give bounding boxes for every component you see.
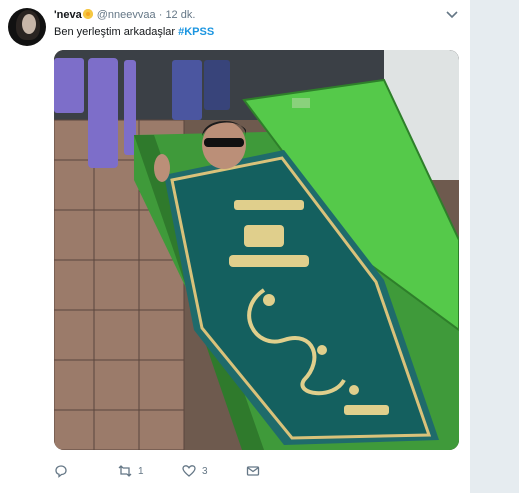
tweet-body: Ben yerleştim arkadaşlar bbox=[54, 26, 176, 38]
photo-illustration bbox=[54, 50, 459, 450]
avatar[interactable] bbox=[8, 8, 46, 46]
separator-dot: · bbox=[158, 9, 163, 21]
display-name[interactable]: 'neva bbox=[54, 9, 82, 21]
side-rail bbox=[470, 0, 519, 493]
retweet-action[interactable]: 1 bbox=[118, 462, 144, 480]
envelope-icon bbox=[246, 466, 260, 476]
tweet-actions: 1 3 bbox=[54, 462, 454, 480]
handle[interactable]: @nneevvaa bbox=[97, 9, 156, 21]
avatar-face bbox=[22, 14, 36, 34]
tweet-text: Ben yerleştim arkadaşlar #KPSS bbox=[54, 26, 214, 38]
heart-icon bbox=[182, 465, 196, 477]
page: 'neva @nneevvaa · 12 dk. Ben yerleştim a… bbox=[0, 0, 519, 493]
retweet-count: 1 bbox=[138, 465, 144, 477]
reply-icon bbox=[55, 465, 67, 478]
dm-action[interactable] bbox=[246, 462, 260, 480]
hashtag-link[interactable]: #KPSS bbox=[178, 26, 214, 38]
chevron-down-icon[interactable] bbox=[446, 10, 458, 20]
like-count: 3 bbox=[202, 465, 208, 477]
timestamp[interactable]: 12 dk. bbox=[165, 9, 195, 21]
tweet-card[interactable]: 'neva @nneevvaa · 12 dk. Ben yerleştim a… bbox=[0, 0, 471, 493]
sunflower-emoji-icon bbox=[82, 9, 93, 19]
tweet-photo[interactable] bbox=[54, 50, 459, 450]
retweet-icon bbox=[118, 465, 132, 477]
like-action[interactable]: 3 bbox=[182, 462, 208, 480]
tweet-header: 'neva @nneevvaa · 12 dk. bbox=[54, 9, 195, 21]
reply-action[interactable] bbox=[54, 462, 74, 480]
